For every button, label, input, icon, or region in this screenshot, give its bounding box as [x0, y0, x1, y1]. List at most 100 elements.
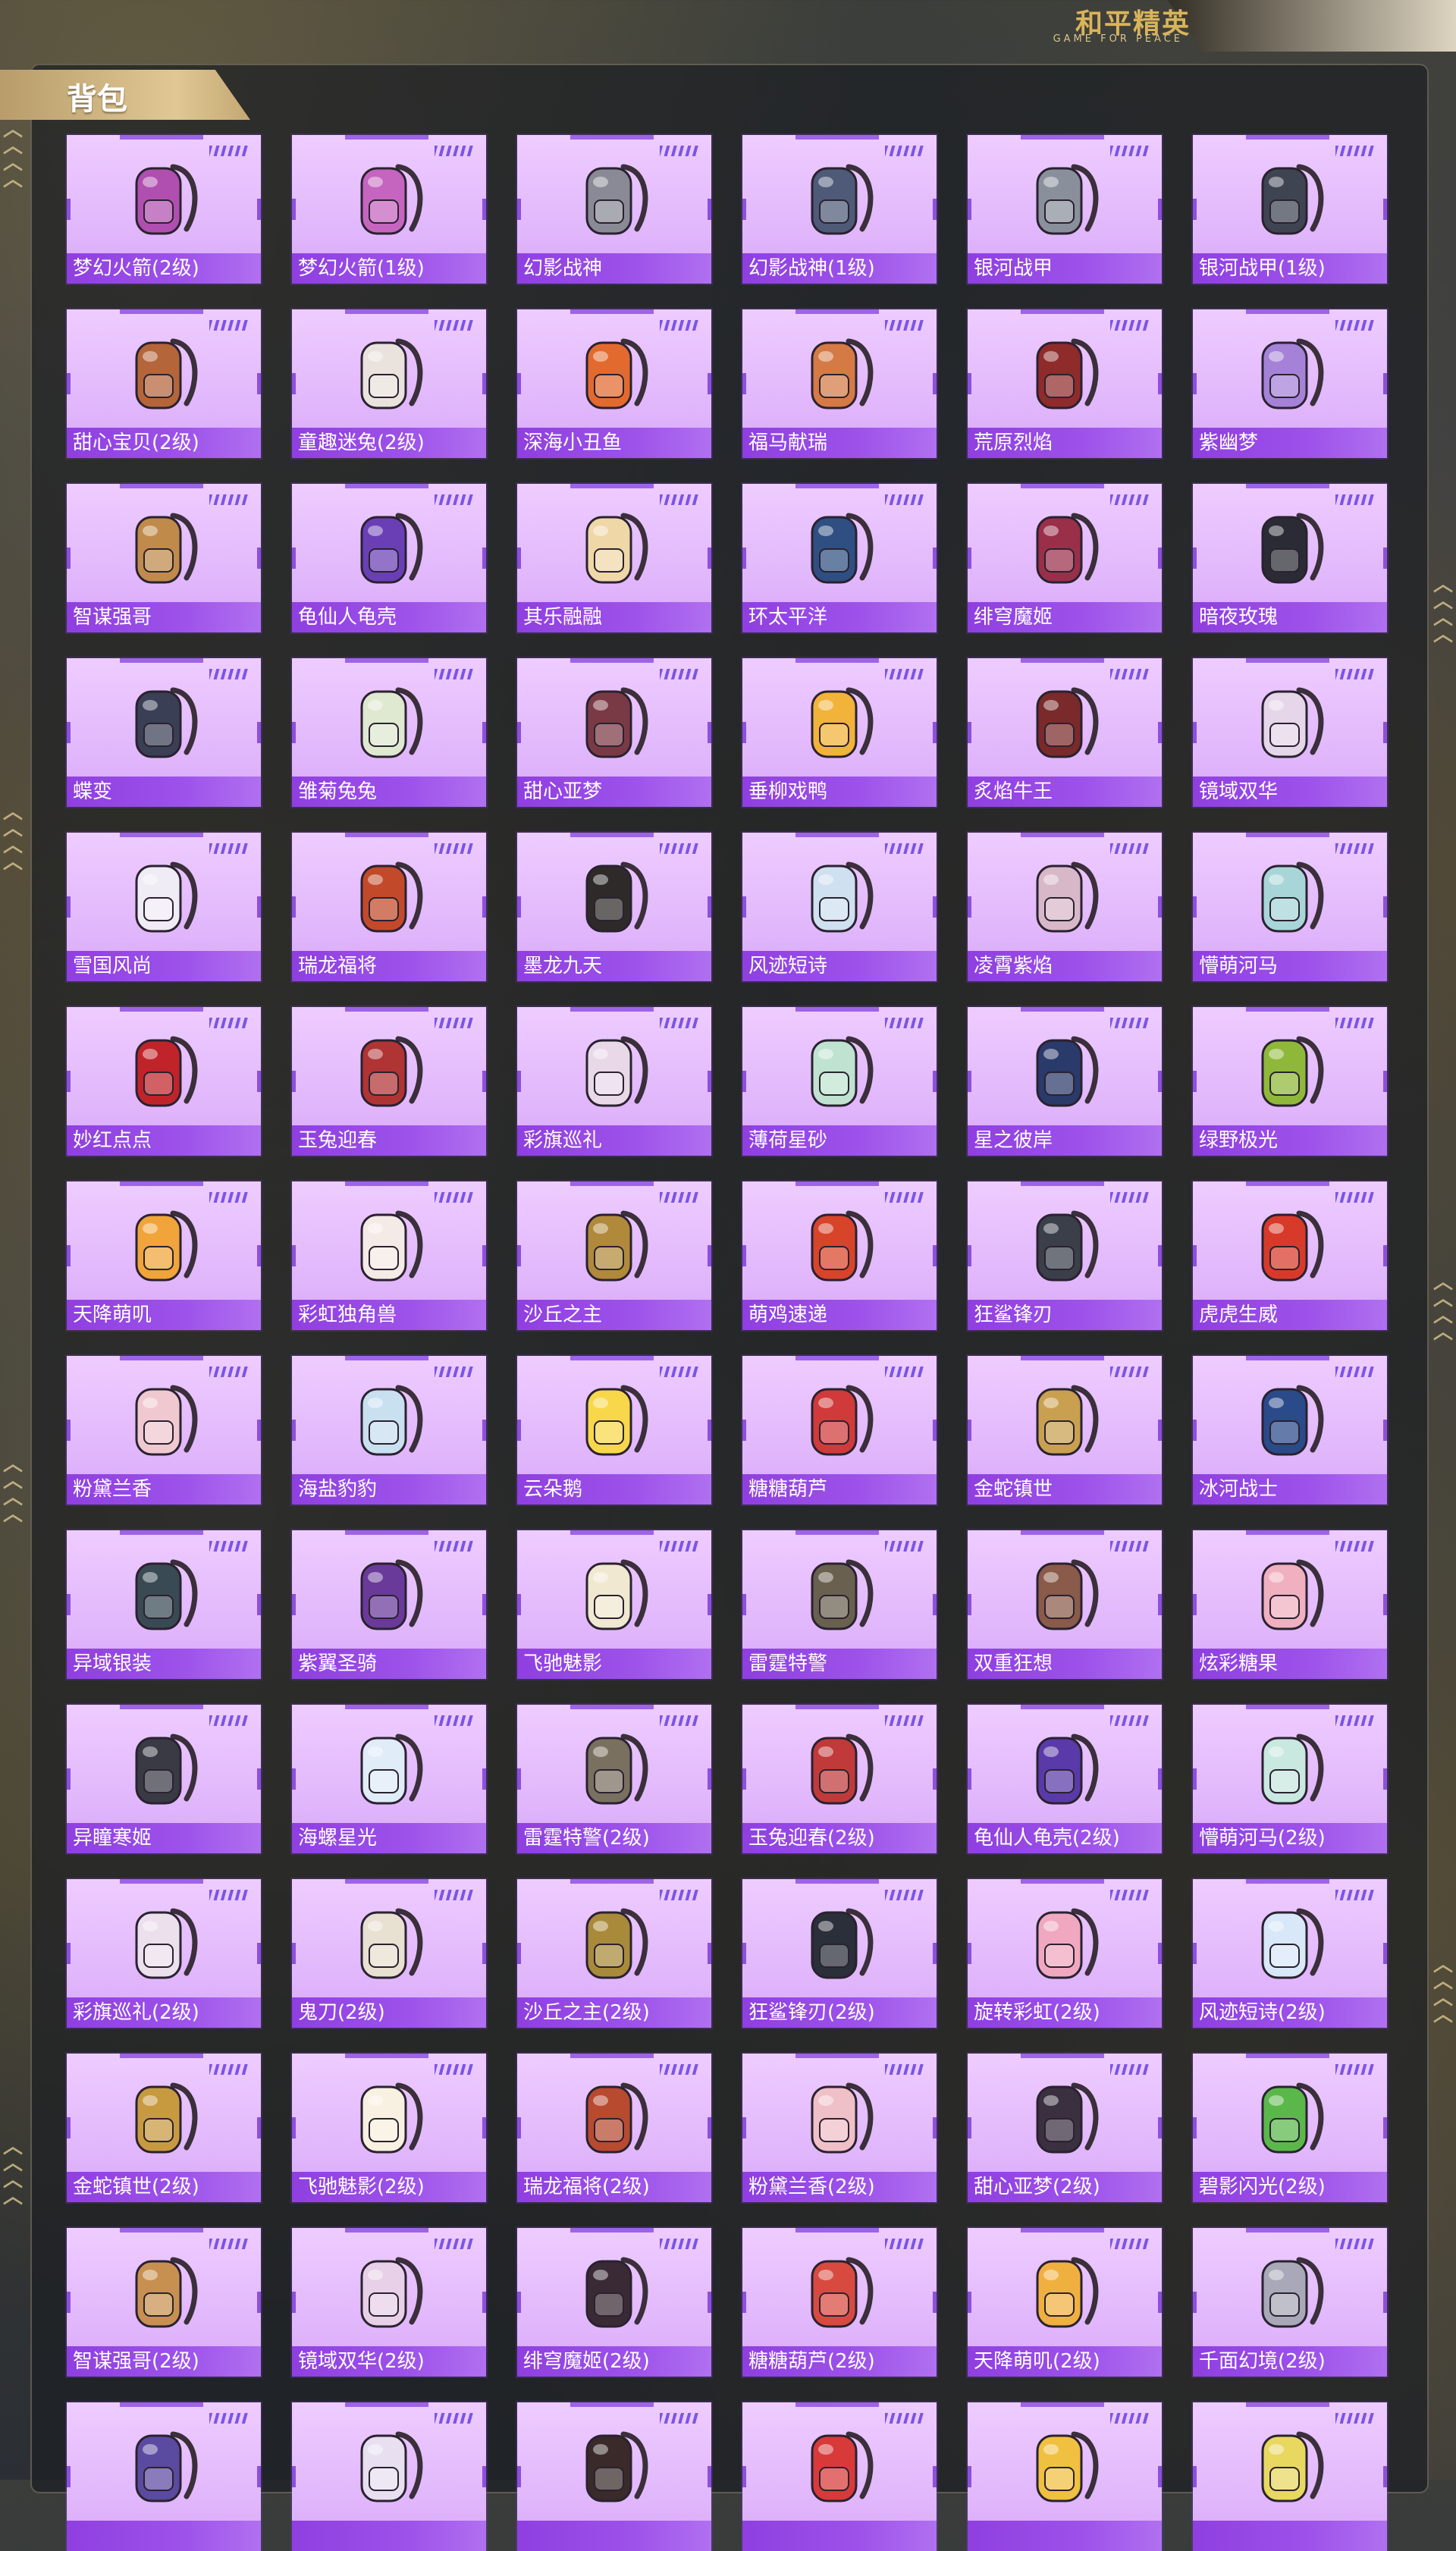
backpack-item-card[interactable]: 绯穹魔姬(2级) [517, 2228, 711, 2377]
backpack-item-card[interactable]: 天降萌叽(2级) [968, 2228, 1162, 2377]
backpack-item-card[interactable]: 瑞龙福将(2级) [517, 2054, 711, 2202]
backpack-item-card[interactable]: 瑞龙福将 [292, 833, 486, 981]
backpack-item-card[interactable]: 雏菊兔兔 [292, 658, 486, 807]
backpack-item-card[interactable]: 异域银装 [67, 1530, 261, 1679]
backpack-item-card[interactable]: 幻影战神(1级) [742, 135, 937, 284]
backpack-item-card[interactable]: 懵萌河马 [1193, 833, 1387, 981]
card-notch-right [1383, 2466, 1387, 2487]
backpack-item-card[interactable]: 海盐豹豹 [292, 1356, 486, 1505]
backpack-item-card[interactable]: 龟仙人龟壳(2级) [968, 1705, 1162, 1853]
backpack-item-card[interactable]: 蝶变 [67, 658, 261, 807]
backpack-item-card[interactable]: 狂鲨锋刃(2级) [742, 1879, 937, 2028]
backpack-item-card[interactable]: 垂柳戏鸭 [742, 658, 937, 807]
card-notch-left [1193, 2466, 1197, 2487]
backpack-item-card[interactable]: 薄荷星砂 [742, 1007, 937, 1156]
backpack-item-card[interactable]: 银河战甲(1级) [1193, 135, 1387, 284]
backpack-item-card[interactable]: 飞驰魅影(2级) [292, 2054, 486, 2202]
backpack-item-card[interactable]: 玉兔迎春(2级) [742, 1705, 937, 1853]
backpack-item-card[interactable]: 绿野极光 [1193, 1007, 1387, 1156]
backpack-item-card[interactable]: 镜域双华 [1193, 658, 1387, 807]
backpack-item-card[interactable]: 深海小丑鱼 [517, 309, 711, 458]
backpack-item-card[interactable]: 鬼刀(2级) [292, 1879, 486, 2028]
backpack-item-card[interactable]: 彩旗巡礼(2级) [67, 1879, 261, 2028]
backpack-item-card[interactable] [67, 2402, 261, 2551]
backpack-item-card[interactable]: 炫彩糖果 [1193, 1530, 1387, 1679]
backpack-item-card[interactable]: 墨龙九天 [517, 833, 711, 981]
backpack-item-card[interactable] [968, 2402, 1162, 2551]
backpack-item-card[interactable]: 甜心宝贝(2级) [67, 309, 261, 458]
backpack-item-card[interactable]: 狂鲨锋刃 [968, 1181, 1162, 1330]
backpack-item-card[interactable]: 雷霆特警(2级) [517, 1705, 711, 1853]
backpack-item-card[interactable]: 银河战甲 [968, 135, 1162, 284]
backpack-item-label: 云朵鹅 [517, 1474, 711, 1505]
backpack-item-card[interactable]: 其乐融融 [517, 484, 711, 632]
backpack-item-card[interactable]: 梦幻火箭(1级) [292, 135, 486, 284]
backpack-item-label: 糖糖葫芦(2级) [742, 2346, 937, 2377]
backpack-item-card[interactable]: 炙焰牛王 [968, 658, 1162, 807]
backpack-item-card[interactable]: 绯穹魔姬 [968, 484, 1162, 632]
backpack-item-card[interactable]: 彩旗巡礼 [517, 1007, 711, 1156]
backpack-item-card[interactable]: 海螺星光 [292, 1705, 486, 1853]
backpack-item-card[interactable]: 妙红点点 [67, 1007, 261, 1156]
backpack-item-card[interactable]: 风迹短诗(2级) [1193, 1879, 1387, 2028]
backpack-item-card[interactable]: 粉黛兰香(2级) [742, 2054, 937, 2202]
backpack-item-card[interactable]: 甜心亚梦(2级) [968, 2054, 1162, 2202]
backpack-item-card[interactable]: 星之彼岸 [968, 1007, 1162, 1156]
card-notch-right [1158, 1768, 1162, 1790]
backpack-item-card[interactable]: 福马献瑞 [742, 309, 937, 458]
backpack-item-card[interactable] [1193, 2402, 1387, 2551]
backpack-item-card[interactable]: 天降萌叽 [67, 1181, 261, 1330]
rarity-stripes-icon [885, 669, 924, 679]
backpack-item-card[interactable]: 旋转彩虹(2级) [968, 1879, 1162, 2028]
backpack-item-card[interactable] [742, 2402, 937, 2551]
backpack-item-card[interactable]: 糖糖葫芦(2级) [742, 2228, 937, 2377]
card-notch-right [933, 2117, 937, 2138]
backpack-item-card[interactable]: 沙丘之主 [517, 1181, 711, 1330]
backpack-item-card[interactable]: 玉兔迎春 [292, 1007, 486, 1156]
backpack-item-card[interactable]: 沙丘之主(2级) [517, 1879, 711, 2028]
backpack-item-card[interactable]: 凌霄紫焰 [968, 833, 1162, 981]
backpack-item-card[interactable]: 萌鸡速递 [742, 1181, 937, 1330]
backpack-item-card[interactable]: 童趣迷兔(2级) [292, 309, 486, 458]
backpack-item-card[interactable]: 雪国风尚 [67, 833, 261, 981]
backpack-item-card[interactable]: 智谋强哥(2级) [67, 2228, 261, 2377]
rarity-stripes-icon [885, 1715, 924, 1726]
backpack-item-card[interactable]: 荒原烈焰 [968, 309, 1162, 458]
backpack-icon [1261, 1036, 1324, 1107]
card-notch-left [67, 1420, 71, 1441]
backpack-item-card[interactable]: 云朵鹅 [517, 1356, 711, 1505]
backpack-icon [135, 1734, 198, 1805]
backpack-item-card[interactable]: 龟仙人龟壳 [292, 484, 486, 632]
backpack-item-card[interactable]: 幻影战神 [517, 135, 711, 284]
backpack-item-card[interactable]: 彩虹独角兽 [292, 1181, 486, 1330]
backpack-item-card[interactable]: 懵萌河马(2级) [1193, 1705, 1387, 1853]
backpack-item-card[interactable]: 风迹短诗 [742, 833, 937, 981]
backpack-item-card[interactable]: 暗夜玫瑰 [1193, 484, 1387, 632]
backpack-item-card[interactable]: 甜心亚梦 [517, 658, 711, 807]
backpack-item-card[interactable]: 双重狂想 [968, 1530, 1162, 1679]
backpack-item-card[interactable]: 飞驰魅影 [517, 1530, 711, 1679]
backpack-item-card[interactable]: 粉黛兰香 [67, 1356, 261, 1505]
backpack-item-card[interactable]: 雷霆特警 [742, 1530, 937, 1679]
backpack-icon [1036, 164, 1099, 235]
backpack-item-card[interactable] [517, 2402, 711, 2551]
backpack-item-card[interactable]: 紫幽梦 [1193, 309, 1387, 458]
card-top-accent [795, 658, 879, 663]
backpack-item-card[interactable]: 梦幻火箭(2级) [67, 135, 261, 284]
backpack-item-card[interactable]: 碧影闪光(2级) [1193, 2054, 1387, 2202]
backpack-item-card[interactable]: 紫翼圣骑 [292, 1530, 486, 1679]
backpack-item-card[interactable]: 糖糖葫芦 [742, 1356, 937, 1505]
card-notch-right [257, 1245, 261, 1266]
backpack-item-card[interactable] [292, 2402, 486, 2551]
backpack-item-card[interactable]: 镜域双华(2级) [292, 2228, 486, 2377]
backpack-item-card[interactable]: 冰河战士 [1193, 1356, 1387, 1505]
backpack-item-card[interactable]: 金蛇镇世 [968, 1356, 1162, 1505]
backpack-item-card[interactable]: 环太平洋 [742, 484, 937, 632]
backpack-item-card[interactable]: 千面幻境(2级) [1193, 2228, 1387, 2377]
backpack-item-label: 粉黛兰香(2级) [742, 2172, 937, 2202]
backpack-item-card[interactable]: 金蛇镇世(2级) [67, 2054, 261, 2202]
backpack-item-card[interactable]: 异瞳寒姬 [67, 1705, 261, 1853]
rarity-stripes-icon [885, 1541, 924, 1552]
backpack-item-card[interactable]: 虎虎生威 [1193, 1181, 1387, 1330]
backpack-item-card[interactable]: 智谋强哥 [67, 484, 261, 632]
